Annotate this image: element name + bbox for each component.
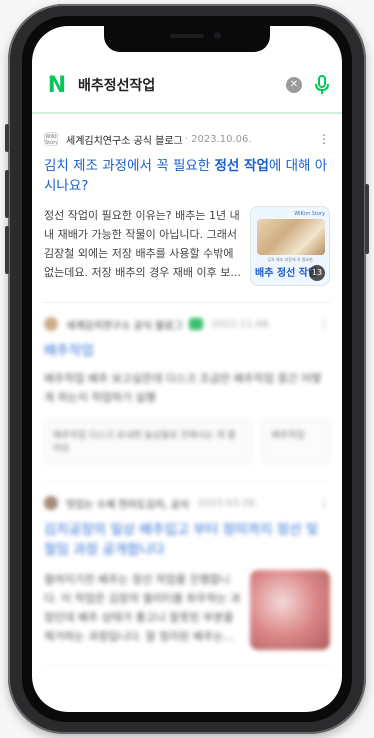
- more-options-icon[interactable]: ⋮: [318, 317, 330, 331]
- result-thumbnail[interactable]: WIKim Story 김치 제조 과정에 꼭 필요한 배추 정선 작업 13: [250, 206, 330, 286]
- microphone-icon[interactable]: [314, 75, 330, 95]
- clear-search-button[interactable]: ✕: [286, 77, 302, 93]
- result-source: 맛있는 수제 전라도김치, 공식 · 2023.03.28. ⋮: [44, 494, 330, 512]
- result-item[interactable]: 맛있는 수제 전라도김치, 공식 · 2023.03.28. ⋮ 김치공장의 일…: [32, 482, 342, 667]
- result-snippet[interactable]: 배추작업 배추 보고싶은데 다스크 조금만 배추작업 중간 어떻게 하는지 작업…: [44, 369, 330, 407]
- avatar: [44, 317, 58, 331]
- source-name[interactable]: 맛있는 수제 전라도김치, 공식: [66, 496, 189, 511]
- notch: [104, 26, 270, 52]
- camera: [214, 32, 221, 39]
- avatar: [44, 496, 58, 510]
- thumbnail-tag: WIKim Story: [294, 211, 325, 217]
- result-title[interactable]: 배추작업: [44, 341, 330, 361]
- post-date: · 2023.03.28.: [191, 497, 258, 509]
- result-title[interactable]: 김치공장의 일상 배추입고 부터 정미까지 정선 및 절임 과정 공개합니다: [44, 520, 330, 560]
- search-input[interactable]: 배추정선작업: [78, 75, 286, 95]
- related-chips: 배추작업 다스크 보내면 늘상블로 전해시는 게 좋아요 배추작업: [44, 419, 330, 465]
- blog-favicon: WIKI Story: [44, 132, 58, 146]
- related-chip[interactable]: 배추작업: [262, 419, 330, 465]
- divider: [44, 666, 330, 667]
- result-source: WIKI Story 세계김치연구소 공식 블로그 · 2023.10.06. …: [44, 130, 330, 148]
- result-item[interactable]: 세계김치연구소 공식 블로그 · 2022.11.08. ⋮ 배추작업 배추작업…: [32, 303, 342, 482]
- influencer-badge: [188, 318, 203, 330]
- naver-logo[interactable]: N: [46, 73, 68, 98]
- result-body: 정선 작업이 필요한 이유는? 배추는 1년 내내 재배가 가능한 작물이 아닙…: [44, 206, 330, 286]
- title-highlight: 정선 작업: [214, 158, 269, 174]
- side-button: [5, 124, 9, 152]
- power-button: [365, 184, 369, 254]
- title-part: 김치 제조 과정에서 꼭 필요한: [44, 158, 215, 174]
- result-snippet[interactable]: 절여지기전 배추는 정선 작업을 진행합니다. 이 작업은 김장의 퀄리티를 좌…: [44, 570, 250, 650]
- phone-frame: N 배추정선작업 ✕ WIKI Story 세계김치연구소 공식 블로그 · 2…: [5, 4, 369, 734]
- result-snippet[interactable]: 정선 작업이 필요한 이유는? 배추는 1년 내내 재배가 가능한 작물이 아닙…: [44, 206, 250, 286]
- related-chip[interactable]: 배추작업 다스크 보내면 늘상블로 전해시는 게 좋아요: [44, 419, 253, 465]
- search-bar[interactable]: N 배추정선작업 ✕: [32, 58, 342, 114]
- more-options-icon[interactable]: ⋮: [318, 132, 330, 146]
- result-source: 세계김치연구소 공식 블로그 · 2022.11.08. ⋮: [44, 315, 330, 333]
- speaker: [170, 34, 204, 38]
- volume-down-button: [5, 226, 9, 274]
- result-thumbnail[interactable]: [250, 570, 330, 650]
- more-options-icon[interactable]: ⋮: [318, 496, 330, 510]
- screen: N 배추정선작업 ✕ WIKI Story 세계김치연구소 공식 블로그 · 2…: [32, 26, 342, 712]
- source-name[interactable]: 세계김치연구소 공식 블로그: [66, 317, 183, 332]
- volume-up-button: [5, 170, 9, 218]
- thumbnail-caption: 김치 제조 과정에 꼭 필요한: [267, 257, 313, 262]
- result-item[interactable]: WIKI Story 세계김치연구소 공식 블로그 · 2023.10.06. …: [32, 118, 342, 303]
- source-name[interactable]: 세계김치연구소 공식 블로그: [66, 132, 183, 147]
- image-count-badge: 13: [309, 265, 325, 281]
- result-body: 절여지기전 배추는 정선 작업을 진행합니다. 이 작업은 김장의 퀄리티를 좌…: [44, 570, 330, 650]
- phone-bezel: N 배추정선작업 ✕ WIKI Story 세계김치연구소 공식 블로그 · 2…: [22, 16, 352, 722]
- search-results: WIKI Story 세계김치연구소 공식 블로그 · 2023.10.06. …: [32, 118, 342, 667]
- thumbnail-headline: 배추 정선 작업: [255, 268, 318, 279]
- result-title[interactable]: 김치 제조 과정에서 꼭 필요한 정선 작업에 대해 아시나요?: [44, 156, 330, 196]
- post-date: · 2023.10.06.: [184, 133, 252, 145]
- thumbnail-photo: [257, 219, 325, 255]
- post-date: · 2022.11.08.: [204, 318, 272, 330]
